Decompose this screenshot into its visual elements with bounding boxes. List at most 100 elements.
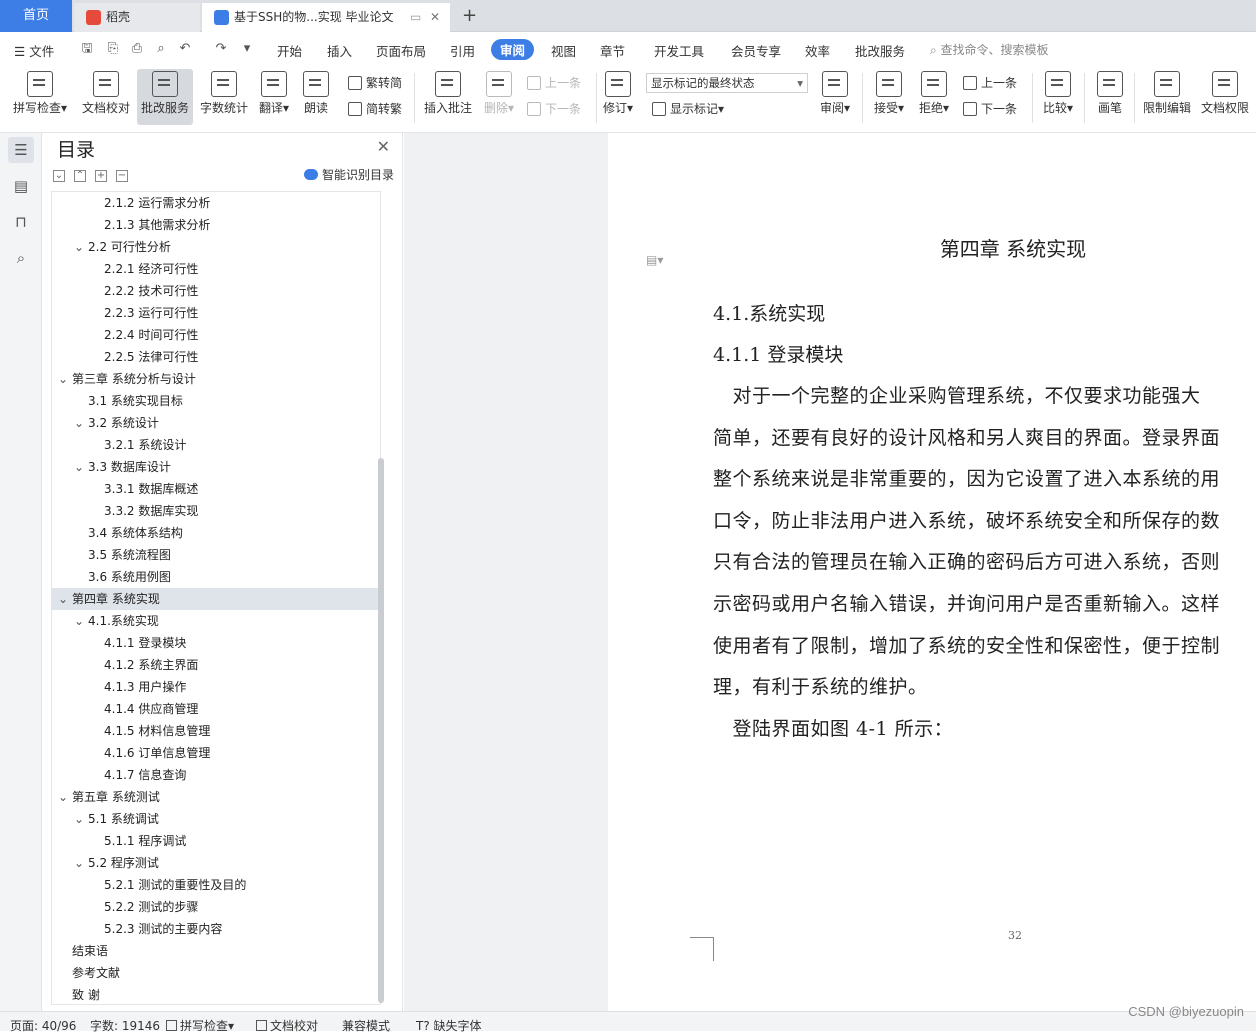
expand-arrow-icon[interactable]: ⌄ [74, 610, 84, 632]
simp-to-trad-button[interactable]: 简转繁 [348, 100, 402, 117]
toc-item[interactable]: 2.2.3 运行可行性 [52, 302, 380, 324]
toc-item[interactable]: ⌄ 2.2 可行性分析 [52, 236, 380, 258]
new-tab-button[interactable]: + [462, 3, 477, 29]
next-change-button[interactable]: 下一条 [963, 100, 1017, 117]
delete-comment-button[interactable]: 删除▾ [480, 69, 518, 125]
menu-view[interactable]: 视图 [551, 41, 576, 60]
toc-item[interactable]: ⌄ 5.1 系统调试 [52, 808, 380, 830]
toc-item[interactable]: ⌄ 5.2 程序测试 [52, 852, 380, 874]
toc-item[interactable]: ⌄ 第三章 系统分析与设计 [52, 368, 380, 390]
prev-change-button[interactable]: 上一条 [963, 74, 1017, 91]
restrict-edit-button[interactable]: 限制编辑 [1140, 69, 1194, 125]
menu-efficiency[interactable]: 效率 [805, 41, 830, 60]
toc-scrollbar[interactable] [378, 458, 384, 1003]
menu-correction-service[interactable]: 批改服务 [855, 41, 905, 60]
pen-button[interactable]: 画笔 [1091, 69, 1129, 125]
expand-arrow-icon[interactable]: ⌄ [74, 808, 84, 830]
doc-proof-button[interactable]: 文档校对 [78, 69, 134, 125]
show-markup-button[interactable]: 显示标记▾ [652, 100, 724, 117]
correction-service-button[interactable]: 批改服务 [137, 69, 193, 125]
menu-insert[interactable]: 插入 [327, 41, 352, 60]
toc-item[interactable]: 4.1.6 订单信息管理 [52, 742, 380, 764]
word-count-indicator[interactable]: 字数: 19146 [90, 1017, 160, 1034]
toc-item[interactable]: 3.2.1 系统设计 [52, 434, 380, 456]
search-rail-icon[interactable]: ⌕ [8, 245, 34, 271]
insert-comment-button[interactable]: 插入批注 [421, 69, 475, 125]
accept-button[interactable]: 接受▾ [868, 69, 910, 125]
translate-button[interactable]: 翻译▾ [255, 69, 293, 125]
chapter-nav-icon[interactable]: ▤ [8, 173, 34, 199]
toc-item[interactable]: 3.6 系统用例图 [52, 566, 380, 588]
prev-comment-button[interactable]: 上一条 [527, 74, 581, 91]
collapse-all-icon[interactable]: ⌄ [53, 170, 65, 182]
toc-item[interactable]: 3.4 系统体系结构 [52, 522, 380, 544]
export-icon[interactable]: ⎘ [104, 40, 122, 58]
document-page[interactable]: ▤▾ 第四章 系统实现 4.1.系统实现 4.1.1 登录模块 对于一个完整的企… [608, 133, 1256, 1011]
menu-member[interactable]: 会员专享 [731, 41, 781, 60]
toc-item[interactable]: 2.1.3 其他需求分析 [52, 214, 380, 236]
menu-file[interactable]: ☰ 文件 [14, 41, 54, 60]
toc-item[interactable]: 5.2.3 测试的主要内容 [52, 918, 380, 940]
tab-document[interactable]: 基于SSH的物...实现 毕业论文 ▭ ✕ [202, 3, 450, 32]
markup-state-select[interactable]: 显示标记的最终状态 [646, 73, 808, 93]
expand-arrow-icon[interactable]: ⌄ [74, 412, 84, 434]
toc-item[interactable]: 2.2.4 时间可行性 [52, 324, 380, 346]
spell-check-status[interactable]: 拼写检查▾ [166, 1017, 234, 1034]
tab-window-icon[interactable]: ▭ [410, 3, 421, 31]
print-icon[interactable]: ⎙ [128, 40, 146, 58]
toc-item[interactable]: 5.1.1 程序调试 [52, 830, 380, 852]
menu-start[interactable]: 开始 [277, 41, 302, 60]
tab-home[interactable]: 首页 [0, 0, 72, 32]
toc-item[interactable]: 4.1.2 系统主界面 [52, 654, 380, 676]
toc-item[interactable]: 2.1.2 运行需求分析 [52, 192, 380, 214]
menu-dev-tools[interactable]: 开发工具 [654, 41, 704, 60]
toc-item[interactable]: 3.1 系统实现目标 [52, 390, 380, 412]
review-pane-button[interactable]: 审阅▾ [815, 69, 855, 125]
toc-rail-icon[interactable]: ☰ [8, 137, 34, 163]
toc-item[interactable]: 致 谢 [52, 984, 380, 1004]
toc-item[interactable]: 4.1.5 材料信息管理 [52, 720, 380, 742]
expand-arrow-icon[interactable]: ⌄ [58, 368, 68, 390]
toc-item[interactable]: 2.2.5 法律可行性 [52, 346, 380, 368]
command-search[interactable]: ⌕ 查找命令、搜索模板 [930, 41, 1049, 58]
save-icon[interactable]: 🖫 [78, 40, 96, 58]
expand-up-icon[interactable]: ⌃ [74, 170, 86, 182]
add-level-icon[interactable]: + [95, 170, 107, 182]
toc-item[interactable]: 结束语 [52, 940, 380, 962]
toc-item[interactable]: 2.2.1 经济可行性 [52, 258, 380, 280]
redo-icon[interactable]: ↷ [212, 40, 230, 58]
expand-arrow-icon[interactable]: ⌄ [58, 588, 68, 610]
compare-button[interactable]: 比较▾ [1038, 69, 1078, 125]
read-aloud-button[interactable]: 朗读 [298, 69, 334, 125]
expand-arrow-icon[interactable]: ⌄ [58, 786, 68, 808]
menu-chapter[interactable]: 章节 [600, 41, 625, 60]
toc-item[interactable]: ⌄ 第四章 系统实现 [52, 588, 380, 610]
toc-item[interactable]: 4.1.4 供应商管理 [52, 698, 380, 720]
close-icon[interactable]: ✕ [377, 137, 390, 156]
toc-item[interactable]: 3.3.2 数据库实现 [52, 500, 380, 522]
toc-item[interactable]: 3.5 系统流程图 [52, 544, 380, 566]
toc-item[interactable]: 4.1.3 用户操作 [52, 676, 380, 698]
toc-item[interactable]: 5.2.1 测试的重要性及目的 [52, 874, 380, 896]
word-count-button[interactable]: 字数统计 [197, 69, 251, 125]
reject-button[interactable]: 拒绝▾ [913, 69, 955, 125]
expand-arrow-icon[interactable]: ⌄ [74, 456, 84, 478]
more-dropdown-icon[interactable]: ▾ [238, 40, 256, 58]
next-comment-button[interactable]: 下一条 [527, 100, 581, 117]
toc-item[interactable]: 参考文献 [52, 962, 380, 984]
close-tab-icon[interactable]: ✕ [430, 3, 440, 31]
toc-item[interactable]: ⌄ 4.1.系统实现 [52, 610, 380, 632]
toc-item[interactable]: 4.1.7 信息查询 [52, 764, 380, 786]
expand-arrow-icon[interactable]: ⌄ [74, 852, 84, 874]
doc-permission-button[interactable]: 文档权限 [1198, 69, 1252, 125]
menu-page-layout[interactable]: 页面布局 [376, 41, 426, 60]
smart-toc-button[interactable]: 智能识别目录 [303, 166, 394, 183]
toc-item[interactable]: ⌄ 第五章 系统测试 [52, 786, 380, 808]
toc-item[interactable]: 3.3.1 数据库概述 [52, 478, 380, 500]
menu-review[interactable]: 审阅 [491, 39, 535, 60]
bookmark-icon[interactable]: ⊓ [8, 209, 34, 235]
undo-icon[interactable]: ↶ [176, 40, 194, 58]
spell-check-button[interactable]: 拼写检查▾ [8, 69, 72, 125]
remove-level-icon[interactable]: − [116, 170, 128, 182]
missing-font-status[interactable]: T? 缺失字体 [416, 1017, 482, 1034]
